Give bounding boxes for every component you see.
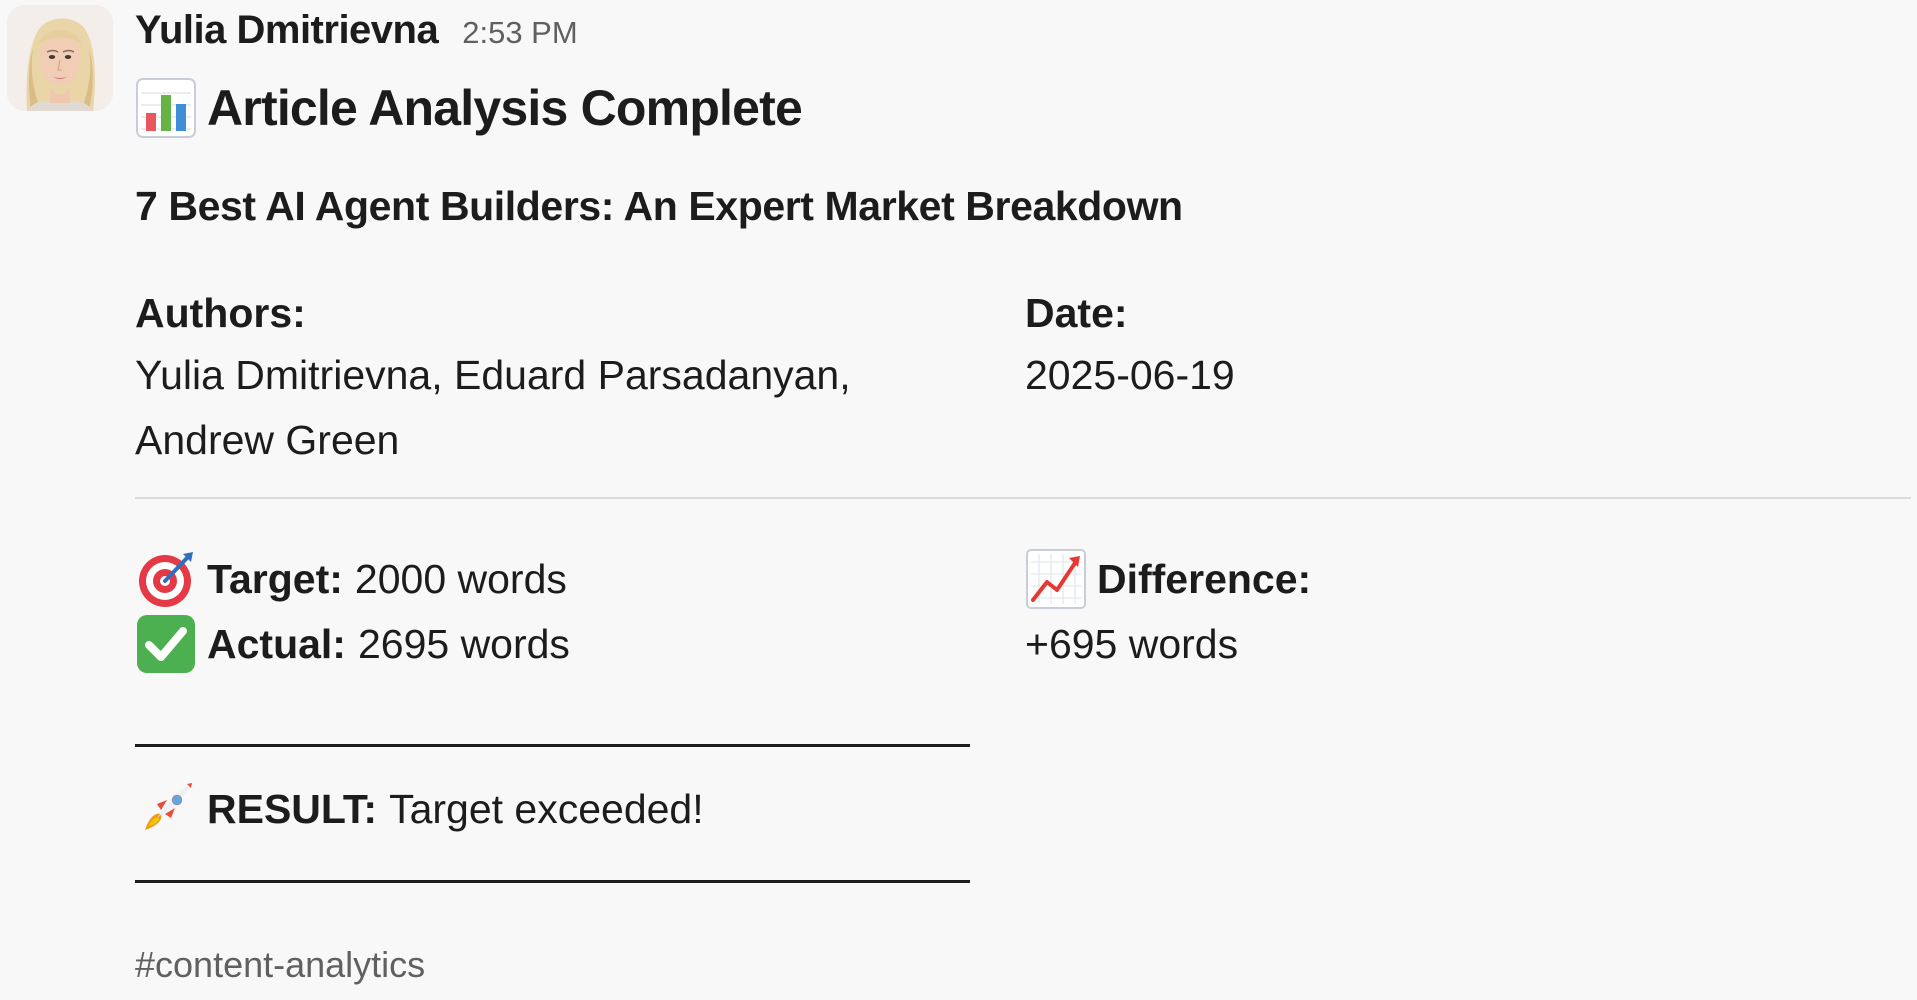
result-line: RESULT: Target exceeded!: [135, 776, 704, 842]
separator-bottom: [135, 880, 970, 883]
result-label: RESULT:: [207, 785, 378, 832]
actual-stat: Actual: 2695 words: [135, 612, 570, 676]
target-stat: Target: 2000 words: [135, 547, 567, 611]
message-header: Yulia Dmitrievna 2:53 PM: [135, 0, 578, 60]
check-mark-emoji-icon: [135, 613, 197, 675]
rocket-emoji-icon: [135, 778, 197, 840]
result-value: Target exceeded!: [389, 785, 704, 832]
separator-top: [135, 744, 970, 747]
date-value: 2025-06-19: [1025, 352, 1235, 398]
authors-value: Yulia Dmitrievna, Eduard Parsadanyan, An…: [135, 352, 851, 463]
chart-increasing-emoji-icon: [1025, 548, 1087, 610]
difference-value-line: +695 words: [1025, 612, 1238, 676]
divider: [135, 497, 1911, 499]
sender-name[interactable]: Yulia Dmitrievna: [135, 8, 439, 53]
date-label: Date:: [1025, 290, 1128, 336]
channel-tag[interactable]: #content-analytics: [135, 944, 425, 986]
avatar-photo: [7, 5, 113, 111]
target-value: 2000 words: [354, 555, 567, 602]
target-label: Target:: [207, 555, 343, 602]
target-emoji-icon: [135, 548, 197, 610]
avatar[interactable]: [7, 5, 113, 111]
actual-label: Actual:: [207, 620, 346, 667]
message-title-row: Article Analysis Complete: [135, 75, 803, 140]
difference-value: +695 words: [1025, 620, 1239, 667]
bar-chart-emoji-icon: [135, 77, 197, 139]
article-title: 7 Best AI Agent Builders: An Expert Mark…: [135, 183, 1183, 229]
difference-label: Difference:: [1097, 555, 1312, 602]
difference-stat: Difference:: [1025, 547, 1323, 611]
timestamp[interactable]: 2:53 PM: [462, 15, 577, 51]
actual-value: 2695 words: [357, 620, 570, 667]
authors-label: Authors:: [135, 290, 306, 336]
message: Yulia Dmitrievna 2:53 PM Article Analysi…: [0, 0, 1917, 1000]
message-title: Article Analysis Complete: [207, 79, 803, 136]
